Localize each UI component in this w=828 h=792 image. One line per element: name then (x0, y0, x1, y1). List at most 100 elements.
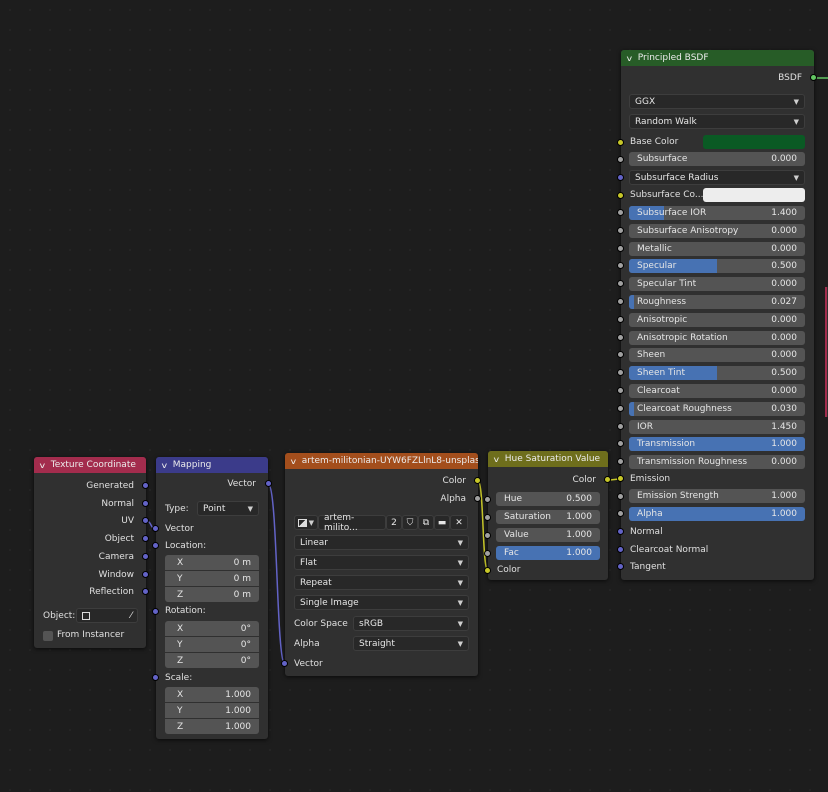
subsurface-radius-dropdown[interactable]: Subsurface Radius ▼ (629, 170, 805, 185)
base-color-swatch[interactable] (703, 135, 805, 149)
socket-hue-in[interactable] (484, 496, 491, 503)
socket-param-9[interactable] (617, 369, 624, 376)
socket-bsdf-out[interactable] (810, 74, 817, 81)
param-sheen-tint-slider[interactable]: Sheen Tint 0.500 (629, 366, 805, 380)
socket-param-6[interactable] (617, 316, 624, 323)
socket-object[interactable] (142, 535, 149, 542)
socket-alpha[interactable] (617, 510, 624, 517)
chevron-down-icon[interactable]: v (627, 54, 633, 63)
alpha-slider[interactable]: Alpha 1.000 (629, 507, 805, 521)
interpolation-dropdown[interactable]: Linear ▼ (294, 535, 469, 550)
param-specular-tint-slider[interactable]: Specular Tint 0.000 (629, 277, 805, 291)
socket-param-0[interactable] (617, 209, 624, 216)
subsurface-color-swatch[interactable] (703, 188, 805, 202)
object-field[interactable]: ⁄ (76, 608, 138, 623)
chevron-down-icon[interactable]: v (494, 455, 500, 464)
texture-coordinate-node[interactable]: v Texture Coordinate Generated Normal UV… (34, 457, 146, 648)
socket-param-7[interactable] (617, 334, 624, 341)
socket-rotation[interactable] (152, 608, 159, 615)
color-space-dropdown[interactable]: sRGB ▼ (353, 616, 469, 631)
socket-image-color-out[interactable] (474, 477, 481, 484)
socket-uv[interactable] (142, 517, 149, 524)
emission-strength-field[interactable]: Emission Strength 1.000 (629, 489, 805, 503)
socket-saturation-in[interactable] (484, 514, 491, 521)
scale-y-field[interactable]: Y 1.000 (165, 703, 259, 718)
node-header[interactable]: v Texture Coordinate (34, 457, 146, 473)
close-icon[interactable]: ✕ (450, 515, 468, 530)
chevron-down-icon[interactable]: v (291, 457, 297, 466)
socket-param-11[interactable] (617, 405, 624, 412)
socket-tangent[interactable] (617, 563, 624, 570)
socket-camera[interactable] (142, 553, 149, 560)
node-header[interactable]: v Principled BSDF (621, 50, 814, 66)
socket-generated[interactable] (142, 482, 149, 489)
socket-mapping-vector-out[interactable] (265, 480, 272, 487)
socket-window[interactable] (142, 571, 149, 578)
socket-emission[interactable] (617, 475, 624, 482)
socket-image-alpha-out[interactable] (474, 495, 481, 502)
socket-subsurface[interactable] (617, 156, 624, 163)
param-clearcoat-slider[interactable]: Clearcoat 0.000 (629, 384, 805, 398)
image-browse-button[interactable]: ▼ (294, 515, 318, 530)
param-transmission-slider[interactable]: Transmission 1.000 (629, 437, 805, 451)
location-z-field[interactable]: Z0 m (165, 587, 259, 602)
hue-saturation-value-node[interactable]: v Hue Saturation Value Color Hue 0.500 Sa… (488, 451, 608, 580)
chevron-down-icon[interactable]: v (40, 461, 46, 470)
socket-normal[interactable] (142, 500, 149, 507)
rotation-z-field[interactable]: Z 0° (165, 653, 259, 668)
hue-field[interactable]: Hue 0.500 (496, 492, 600, 506)
rotation-y-field[interactable]: Y 0° (165, 637, 259, 652)
param-ior-slider[interactable]: IOR 1.450 (629, 420, 805, 434)
scale-x-field[interactable]: X 1.000 (165, 687, 259, 702)
principled-bsdf-node[interactable]: v Principled BSDF BSDF GGX ▼ Random Walk ▼… (621, 50, 814, 580)
param-sheen-slider[interactable]: Sheen 0.000 (629, 348, 805, 362)
image-texture-node[interactable]: v artem-militonian-UYW6FZLlnL8-unsplash.… (285, 453, 478, 676)
node-header[interactable]: v artem-militonian-UYW6FZLlnL8-unsplash.… (285, 453, 478, 469)
param-subsurface-ior-slider[interactable]: Subsurface IOR 1.400 (629, 206, 805, 220)
param-anisotropic-slider[interactable]: Anisotropic 0.000 (629, 313, 805, 327)
distribution-dropdown[interactable]: GGX ▼ (629, 94, 805, 109)
socket-subsurface-radius[interactable] (617, 174, 624, 181)
type-dropdown[interactable]: Point ▼ (197, 501, 259, 516)
socket-param-14[interactable] (617, 458, 624, 465)
image-users-count[interactable]: 2 (386, 515, 402, 530)
param-transmission-roughness-slider[interactable]: Transmission Roughness 0.000 (629, 455, 805, 469)
socket-mapping-vector-in[interactable] (152, 525, 159, 532)
socket-image-vector-in[interactable] (281, 660, 288, 667)
duplicate-icon[interactable]: ⧉ (418, 515, 434, 530)
chevron-down-icon[interactable]: v (162, 461, 168, 470)
value-field[interactable]: Value 1.000 (496, 528, 600, 542)
socket-param-13[interactable] (617, 440, 624, 447)
projection-dropdown[interactable]: Flat ▼ (294, 555, 469, 570)
param-roughness-slider[interactable]: Roughness 0.027 (629, 295, 805, 309)
socket-value-in[interactable] (484, 532, 491, 539)
socket-param-10[interactable] (617, 387, 624, 394)
socket-param-12[interactable] (617, 423, 624, 430)
socket-hsv-color-in[interactable] (484, 567, 491, 574)
source-dropdown[interactable]: Single Image ▼ (294, 595, 469, 610)
alpha-mode-dropdown[interactable]: Straight ▼ (353, 636, 469, 651)
socket-base-color[interactable] (617, 139, 624, 146)
scale-z-field[interactable]: Z 1.000 (165, 719, 259, 734)
socket-param-4[interactable] (617, 280, 624, 287)
location-x-field[interactable]: X0 m (165, 555, 259, 570)
socket-normal[interactable] (617, 528, 624, 535)
node-header[interactable]: v Mapping (156, 457, 268, 473)
location-y-field[interactable]: Y0 m (165, 571, 259, 586)
param-anisotropic-rotation-slider[interactable]: Anisotropic Rotation 0.000 (629, 331, 805, 345)
mapping-node[interactable]: v Mapping Vector Type: Point ▼ Vector Loc… (156, 457, 268, 739)
socket-param-5[interactable] (617, 298, 624, 305)
socket-reflection[interactable] (142, 588, 149, 595)
node-header[interactable]: v Hue Saturation Value (488, 451, 608, 467)
subsurface-method-dropdown[interactable]: Random Walk ▼ (629, 114, 805, 129)
param-clearcoat-roughness-slider[interactable]: Clearcoat Roughness 0.030 (629, 402, 805, 416)
socket-clearcoat-normal[interactable] (617, 546, 624, 553)
folder-icon[interactable]: ▬ (434, 515, 450, 530)
socket-emission-strength[interactable] (617, 493, 624, 500)
param-subsurface-anisotropy-slider[interactable]: Subsurface Anisotropy 0.000 (629, 224, 805, 238)
eyedropper-icon[interactable]: ⁄ (130, 611, 132, 621)
image-name-field[interactable]: artem-milito... (318, 513, 386, 533)
socket-param-1[interactable] (617, 227, 624, 234)
from-instancer-checkbox[interactable] (43, 631, 53, 641)
socket-param-3[interactable] (617, 262, 624, 269)
